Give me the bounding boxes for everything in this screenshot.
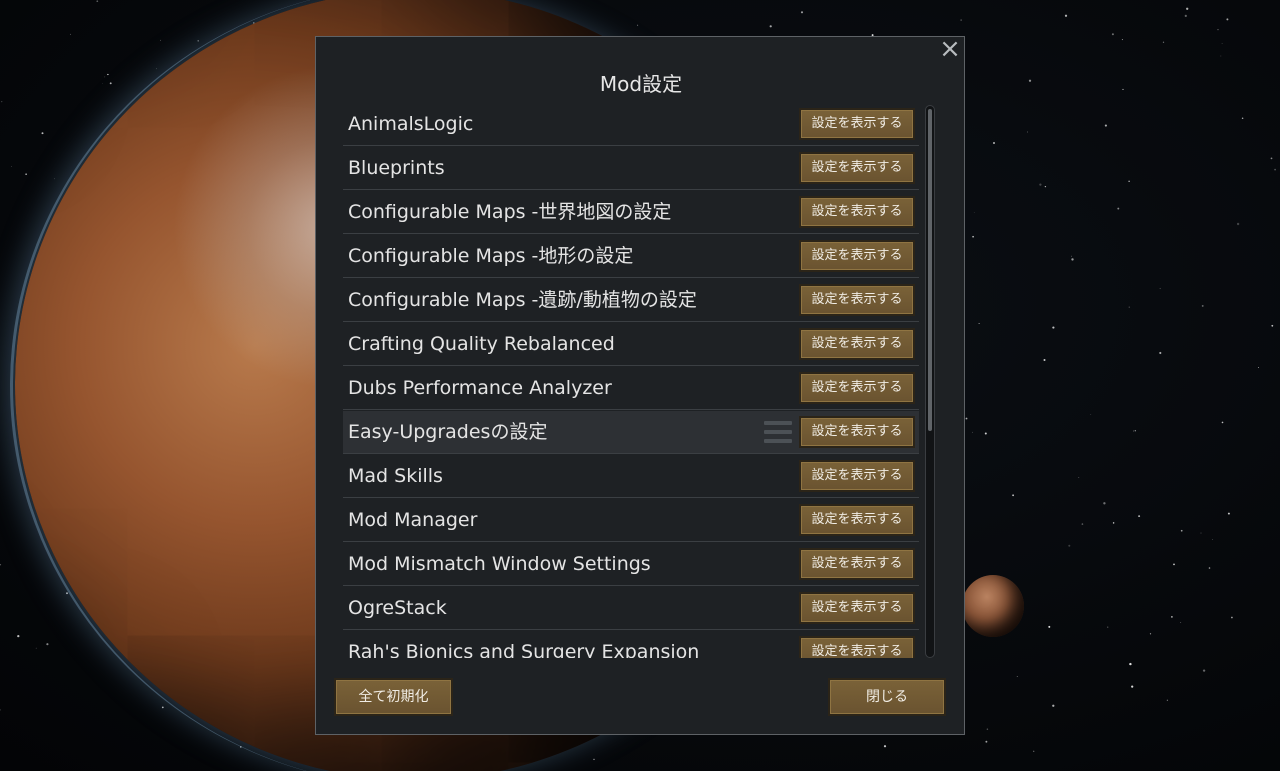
view-settings-button[interactable]: 設定を表示する — [799, 108, 915, 140]
mod-row: Easy-Upgradesの設定 設定を表示する — [343, 411, 919, 454]
list-icon — [764, 421, 792, 443]
mod-name: Configurable Maps -世界地図の設定 — [348, 201, 672, 223]
view-settings-button[interactable]: 設定を表示する — [799, 416, 915, 448]
mod-row: Configurable Maps -遺跡/動植物の設定 設定を表示する — [343, 279, 919, 322]
reset-all-button[interactable]: 全て初期化 — [334, 678, 453, 716]
mod-row: Mod Mismatch Window Settings 設定を表示する — [343, 543, 919, 586]
mod-name: Mod Manager — [348, 509, 478, 531]
mod-row: Mad Skills 設定を表示する — [343, 455, 919, 498]
mod-row: Crafting Quality Rebalanced 設定を表示する — [343, 323, 919, 366]
view-settings-button[interactable]: 設定を表示する — [799, 372, 915, 404]
close-icon[interactable]: × — [936, 36, 964, 63]
mod-row: Configurable Maps -世界地図の設定 設定を表示する — [343, 191, 919, 234]
mod-settings-dialog: × Mod設定 AnimalsLogic 設定を表示する Blueprints 設定を… — [315, 36, 965, 735]
space-background: × Mod設定 AnimalsLogic 設定を表示する Blueprints 設定を… — [0, 0, 1280, 771]
mod-name: Rah's Bionics and Surgery Expansion — [348, 641, 700, 658]
mod-row: Dubs Performance Analyzer 設定を表示する — [343, 367, 919, 410]
close-button[interactable]: 閉じる — [828, 678, 946, 716]
mod-name: Blueprints — [348, 157, 445, 179]
mod-name: Mod Mismatch Window Settings — [348, 553, 651, 575]
view-settings-button[interactable]: 設定を表示する — [799, 328, 915, 360]
view-settings-button[interactable]: 設定を表示する — [799, 460, 915, 492]
dialog-title: Mod設定 — [599, 72, 683, 96]
mod-name: Easy-Upgradesの設定 — [348, 421, 548, 443]
mod-name: AnimalsLogic — [348, 113, 474, 135]
mod-row: Blueprints 設定を表示する — [343, 147, 919, 190]
view-settings-button[interactable]: 設定を表示する — [799, 636, 915, 658]
mod-row: OgreStack 設定を表示する — [343, 587, 919, 630]
mod-name: Configurable Maps -遺跡/動植物の設定 — [348, 289, 697, 311]
mod-list: AnimalsLogic 設定を表示する Blueprints 設定を表示する Conf… — [343, 103, 937, 658]
view-settings-button[interactable]: 設定を表示する — [799, 196, 915, 228]
mod-name: OgreStack — [348, 597, 447, 619]
scrollbar[interactable] — [925, 105, 935, 658]
mod-row: Configurable Maps -地形の設定 設定を表示する — [343, 235, 919, 278]
mod-row: AnimalsLogic 設定を表示する — [343, 103, 919, 146]
view-settings-button[interactable]: 設定を表示する — [799, 548, 915, 580]
mod-name: Mad Skills — [348, 465, 443, 487]
view-settings-button[interactable]: 設定を表示する — [799, 240, 915, 272]
mod-row: Rah's Bionics and Surgery Expansion 設定を表示… — [343, 631, 919, 658]
view-settings-button[interactable]: 設定を表示する — [799, 284, 915, 316]
scrollbar-thumb[interactable] — [928, 109, 932, 431]
mod-name: Crafting Quality Rebalanced — [348, 333, 615, 355]
view-settings-button[interactable]: 設定を表示する — [799, 152, 915, 184]
view-settings-button[interactable]: 設定を表示する — [799, 592, 915, 624]
mod-name: Dubs Performance Analyzer — [348, 377, 612, 399]
view-settings-button[interactable]: 設定を表示する — [799, 504, 915, 536]
mod-row: Mod Manager 設定を表示する — [343, 499, 919, 542]
mod-name: Configurable Maps -地形の設定 — [348, 245, 634, 267]
moon-image — [962, 575, 1024, 637]
